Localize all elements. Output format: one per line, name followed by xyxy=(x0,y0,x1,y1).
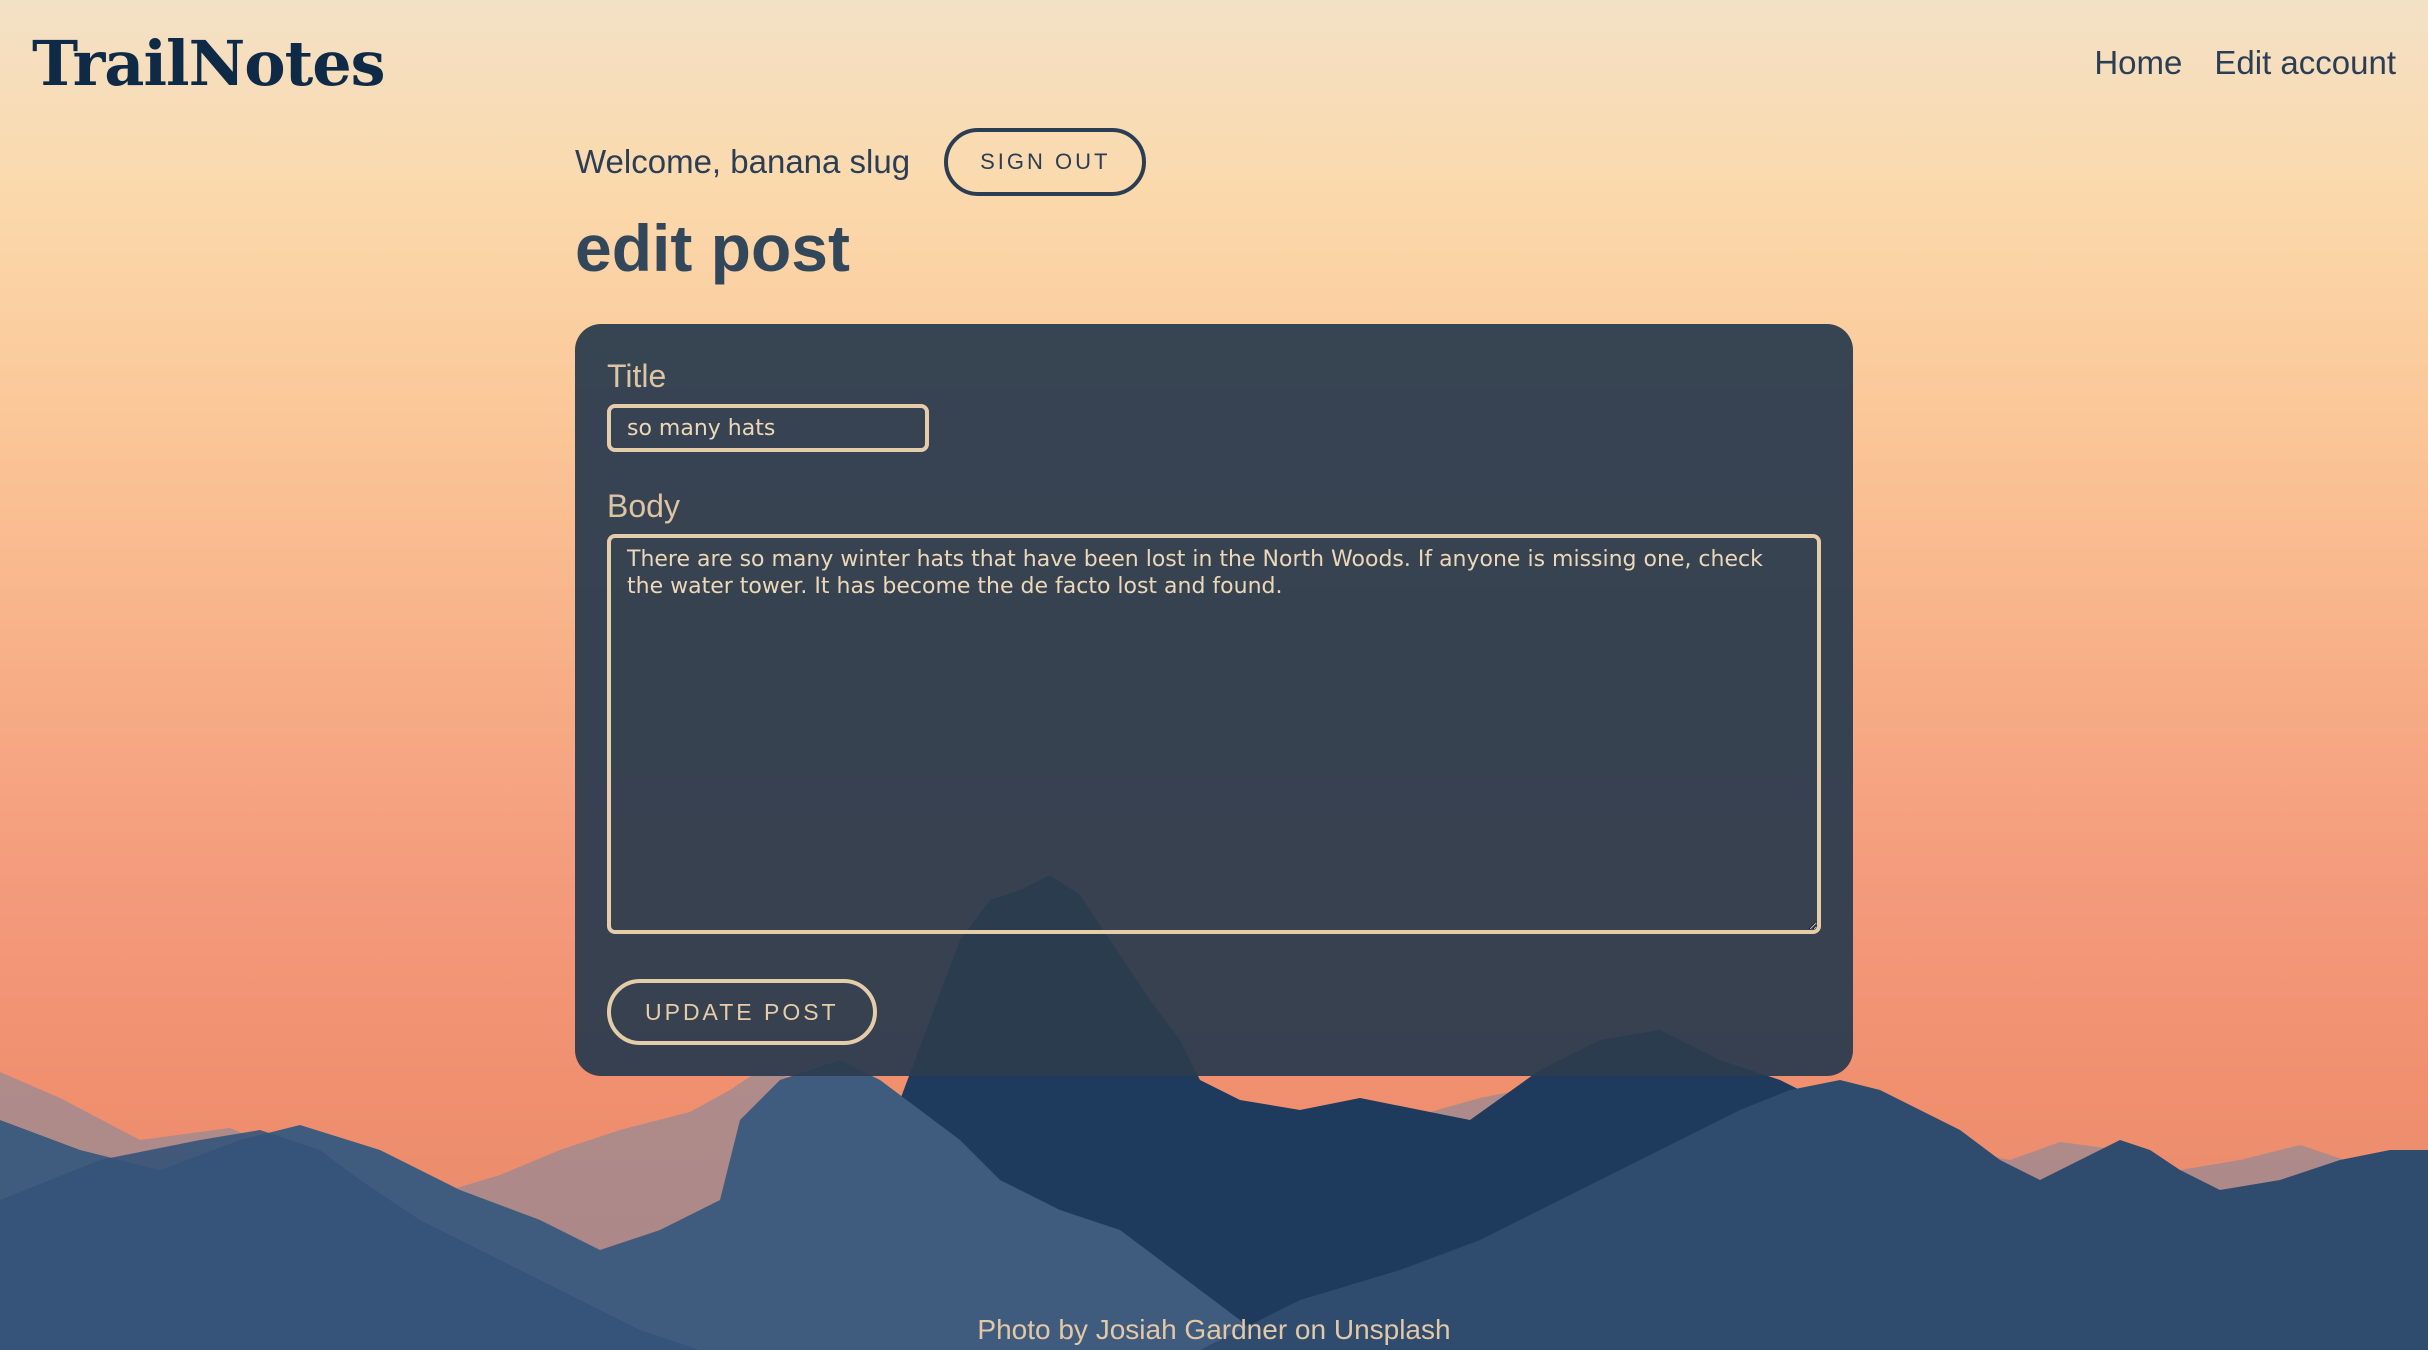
body-label: Body xyxy=(607,488,680,524)
site-logo[interactable]: TrailNotes xyxy=(32,24,386,104)
edit-post-form: Title Body There are so many winter hats… xyxy=(575,324,1853,1076)
top-nav: Home Edit account xyxy=(2094,38,2396,88)
welcome-message: Welcome, banana slug xyxy=(575,143,911,180)
title-label: Title xyxy=(607,358,667,394)
nav-link-home[interactable]: Home xyxy=(2094,38,2182,88)
nav-link-edit-account[interactable]: Edit account xyxy=(2214,38,2396,88)
page-title: edit post xyxy=(575,211,850,285)
session-bar: Welcome, banana slug SIGN OUT xyxy=(575,128,1853,196)
sign-out-button[interactable]: SIGN OUT xyxy=(944,128,1147,196)
site-header: TrailNotes Home Edit account xyxy=(0,0,2428,130)
update-post-button[interactable]: UPDATE POST xyxy=(607,979,877,1045)
photo-credit: Photo by Josiah Gardner on Unsplash xyxy=(977,1314,1451,1345)
main-content: Welcome, banana slug SIGN OUT edit post xyxy=(575,128,1853,290)
body-textarea[interactable]: There are so many winter hats that have … xyxy=(607,534,1821,934)
title-input[interactable] xyxy=(607,404,929,452)
